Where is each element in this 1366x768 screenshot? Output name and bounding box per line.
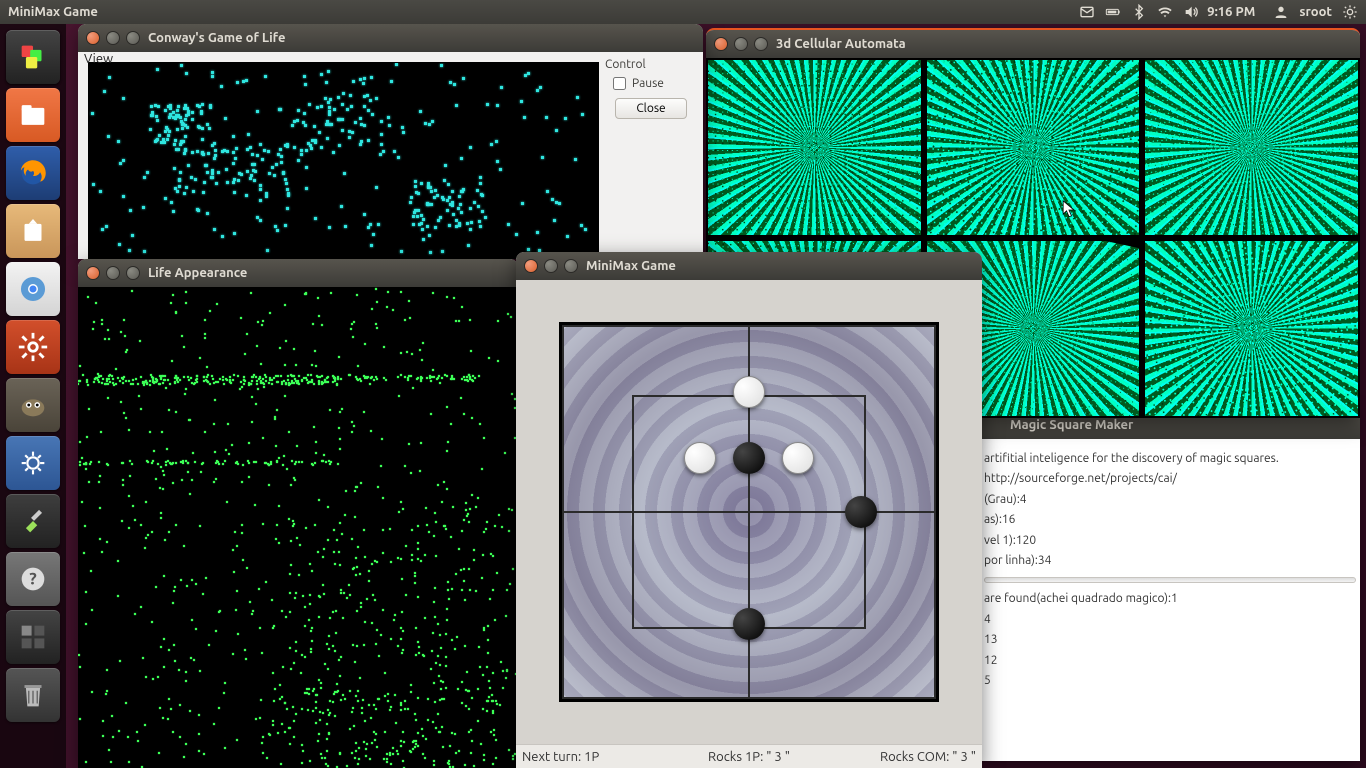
network-icon[interactable] <box>1157 0 1173 24</box>
maximize-icon[interactable] <box>126 31 140 45</box>
battery-icon[interactable] <box>1105 0 1121 24</box>
magic-line: vel 1):120 <box>984 531 1356 551</box>
pause-checkbox[interactable]: Pause <box>605 77 697 90</box>
pause-checkbox-input[interactable] <box>613 77 626 90</box>
gimp-icon[interactable] <box>6 378 60 432</box>
svg-text:?: ? <box>29 570 37 589</box>
close-button[interactable]: Close <box>615 98 687 119</box>
launcher: ? <box>0 24 66 768</box>
status-bar: Next turn: 1P Rocks 1P: " 3 " Rocks COM:… <box>516 744 982 768</box>
black-stone[interactable] <box>845 496 877 528</box>
window-minimax: MiniMax Game Next turn: 1P Rocks 1P: " 3… <box>516 252 982 768</box>
close-icon[interactable] <box>86 266 100 280</box>
firefox-icon[interactable] <box>6 146 60 200</box>
conway-canvas[interactable] <box>88 62 599 259</box>
conway-controls: Control Pause Close <box>599 52 703 259</box>
magic-line: are found(achei quadrado magico):1 <box>984 589 1356 609</box>
dev-tool-icon[interactable] <box>6 436 60 490</box>
windows-switcher-icon[interactable] <box>6 30 60 84</box>
active-window-title: MiniMax Game <box>8 5 98 19</box>
magic-line: por linha):34 <box>984 551 1356 571</box>
minimize-icon[interactable] <box>106 266 120 280</box>
white-stone[interactable] <box>782 442 814 474</box>
chromium-icon[interactable] <box>6 262 60 316</box>
separator <box>984 577 1356 583</box>
user-name[interactable]: sroot <box>1299 0 1332 24</box>
minimize-icon[interactable] <box>544 259 558 273</box>
black-stone[interactable] <box>733 442 765 474</box>
view-menu[interactable]: View <box>84 52 113 66</box>
minimize-icon[interactable] <box>734 37 748 51</box>
magic-line: 4 <box>984 610 1356 630</box>
minimize-icon[interactable] <box>106 31 120 45</box>
user-icon[interactable] <box>1273 0 1289 24</box>
magic-line: 5 <box>984 671 1356 691</box>
window-conway: Conway's Game of Life View Control Pause… <box>78 24 703 259</box>
ca-tile <box>708 60 921 235</box>
volume-icon[interactable] <box>1183 0 1199 24</box>
clock[interactable]: 9:16 PM <box>1207 0 1255 24</box>
game-board[interactable] <box>559 322 939 702</box>
window-title: Magic Square Maker <box>1010 418 1133 432</box>
window-title: 3d Cellular Automata <box>776 37 906 51</box>
magic-line: (Grau):4 <box>984 490 1356 510</box>
magic-line: artifitial inteligence for the discovery… <box>984 449 1356 469</box>
maximize-icon[interactable] <box>564 259 578 273</box>
magic-line: as):16 <box>984 510 1356 530</box>
software-center-icon[interactable] <box>6 204 60 258</box>
trash-icon[interactable] <box>6 668 60 722</box>
pause-label: Pause <box>632 77 664 90</box>
window-title: MiniMax Game <box>586 259 676 273</box>
close-icon[interactable] <box>86 31 100 45</box>
magic-line: 12 <box>984 651 1356 671</box>
maximize-icon[interactable] <box>754 37 768 51</box>
magic-line: http://sourceforge.net/projects/cai/ <box>984 469 1356 489</box>
ca-tile <box>1145 241 1358 416</box>
status-next-turn: Next turn: 1P <box>516 750 673 764</box>
window-title: Conway's Game of Life <box>148 31 285 45</box>
magic-line: 13 <box>984 630 1356 650</box>
status-rocks-com: Rocks COM: " 3 " <box>825 750 982 764</box>
white-stone[interactable] <box>733 376 765 408</box>
window-life-appearance: Life Appearance <box>78 259 518 768</box>
window-title: Life Appearance <box>148 266 247 280</box>
bluetooth-icon[interactable] <box>1131 0 1147 24</box>
ca-tile <box>927 60 1140 235</box>
ca-tile <box>1145 60 1358 235</box>
close-icon[interactable] <box>524 259 538 273</box>
magic-output: artifitial inteligence for the discovery… <box>980 439 1360 761</box>
accessories-icon[interactable] <box>6 494 60 548</box>
white-stone[interactable] <box>684 442 716 474</box>
workspace-icon[interactable] <box>6 610 60 664</box>
session-icon[interactable] <box>1342 0 1358 24</box>
life-canvas[interactable] <box>78 287 518 768</box>
close-icon[interactable] <box>714 37 728 51</box>
files-icon[interactable] <box>6 88 60 142</box>
mail-icon[interactable] <box>1079 0 1095 24</box>
help-icon[interactable]: ? <box>6 552 60 606</box>
black-stone[interactable] <box>733 608 765 640</box>
status-rocks-p1: Rocks 1P: " 3 " <box>673 750 824 764</box>
maximize-icon[interactable] <box>126 266 140 280</box>
control-group-label: Control <box>605 58 697 71</box>
settings-icon[interactable] <box>6 320 60 374</box>
top-menubar: MiniMax Game 9:16 PM sroot <box>0 0 1366 24</box>
window-magic-square-maker: Magic Square Maker artifitial inteligenc… <box>980 411 1360 761</box>
